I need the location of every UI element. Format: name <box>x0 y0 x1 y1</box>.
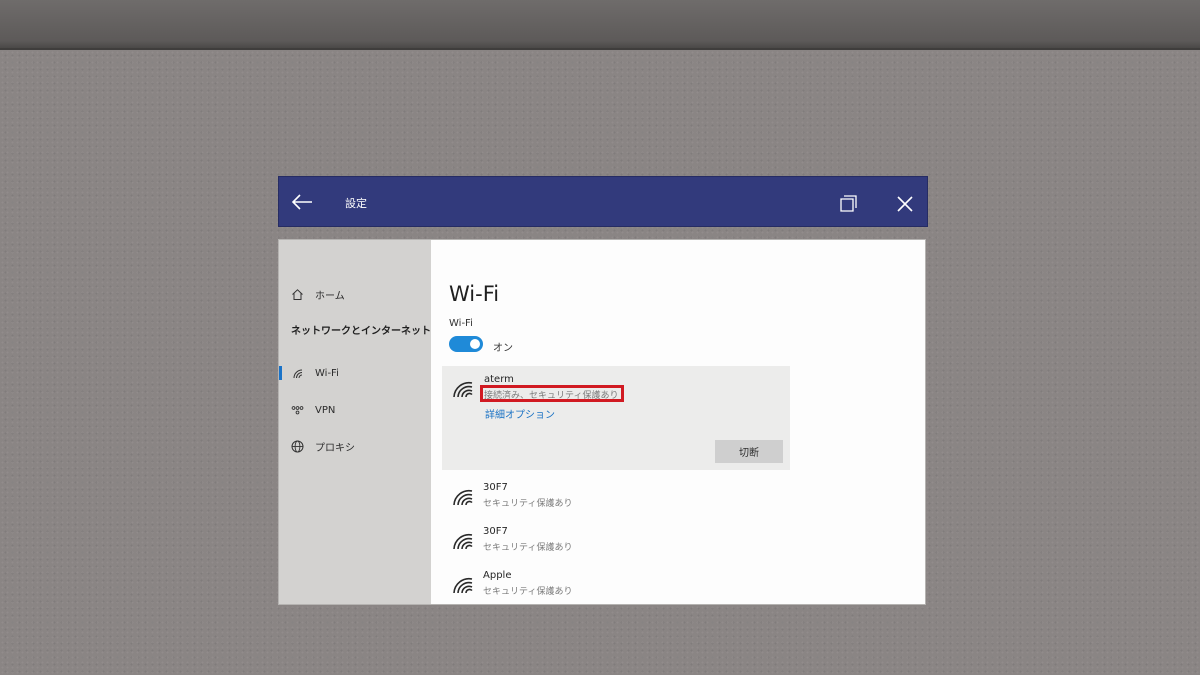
sidebar-item-home[interactable]: ホーム <box>279 280 431 308</box>
sidebar-item-label: ホーム <box>315 290 345 302</box>
main-panel: Wi-Fi Wi-Fi オン aterm 接続済み、セキュリティ保護あり 詳細オ… <box>431 240 925 604</box>
sidebar-item-proxy[interactable]: プロキシ <box>279 432 431 460</box>
connected-network-card[interactable]: aterm 接続済み、セキュリティ保護あり 詳細オプション 切断 <box>442 366 790 470</box>
network-name: Apple <box>483 570 512 581</box>
title-bar: 設定 <box>278 176 928 227</box>
close-button[interactable] <box>893 192 917 216</box>
network-item[interactable]: 30F7 セキュリティ保護あり <box>442 524 790 564</box>
network-status: セキュリティ保護あり <box>483 499 573 509</box>
highlight-box <box>480 385 624 402</box>
wifi-signal-icon <box>453 381 473 398</box>
wifi-signal-icon <box>453 533 473 550</box>
advanced-options-link[interactable]: 詳細オプション <box>485 406 555 421</box>
wifi-toggle-label: Wi-Fi <box>449 318 473 329</box>
wifi-toggle[interactable] <box>449 336 483 352</box>
network-name: 30F7 <box>483 526 508 537</box>
sidebar-item-label: プロキシ <box>315 442 355 454</box>
back-button[interactable] <box>289 189 315 215</box>
sidebar-section-header: ネットワークとインターネット <box>291 326 431 337</box>
page-title: Wi-Fi <box>449 282 500 306</box>
network-name: aterm <box>484 374 514 385</box>
globe-icon <box>290 439 304 453</box>
sidebar-item-vpn[interactable]: VPN <box>279 396 431 424</box>
wifi-icon <box>290 366 304 380</box>
restore-window-icon <box>840 195 857 212</box>
vpn-icon <box>290 403 304 417</box>
wifi-signal-icon <box>453 489 473 506</box>
active-indicator <box>279 366 282 380</box>
settings-content: ホーム ネットワークとインターネット Wi-Fi VPN プロキシ Wi-Fi … <box>278 239 926 605</box>
sidebar: ホーム ネットワークとインターネット Wi-Fi VPN プロキシ <box>279 240 431 604</box>
sidebar-item-label: VPN <box>315 404 336 416</box>
arrow-left-icon <box>291 194 312 210</box>
network-status: セキュリティ保護あり <box>483 587 573 597</box>
network-name: 30F7 <box>483 482 508 493</box>
home-icon <box>290 287 304 301</box>
ceiling-beam <box>0 0 1200 50</box>
network-item[interactable]: 30F7 セキュリティ保護あり <box>442 480 790 520</box>
disconnect-button[interactable]: 切断 <box>715 440 783 463</box>
wifi-signal-icon <box>453 577 473 594</box>
window-title: 設定 <box>345 197 367 210</box>
restore-button[interactable] <box>837 193 859 215</box>
sidebar-item-label: Wi-Fi <box>315 367 339 379</box>
network-status: セキュリティ保護あり <box>483 543 573 553</box>
close-icon <box>897 196 913 212</box>
settings-window: 設定 ホーム ネットワークとインターネット Wi-Fi VPN プロキシ Wi-… <box>278 176 928 606</box>
sidebar-item-wifi[interactable]: Wi-Fi <box>279 359 431 387</box>
toggle-knob <box>470 339 480 349</box>
toggle-state-label: オン <box>493 343 513 354</box>
network-item[interactable]: Apple セキュリティ保護あり <box>442 568 790 604</box>
